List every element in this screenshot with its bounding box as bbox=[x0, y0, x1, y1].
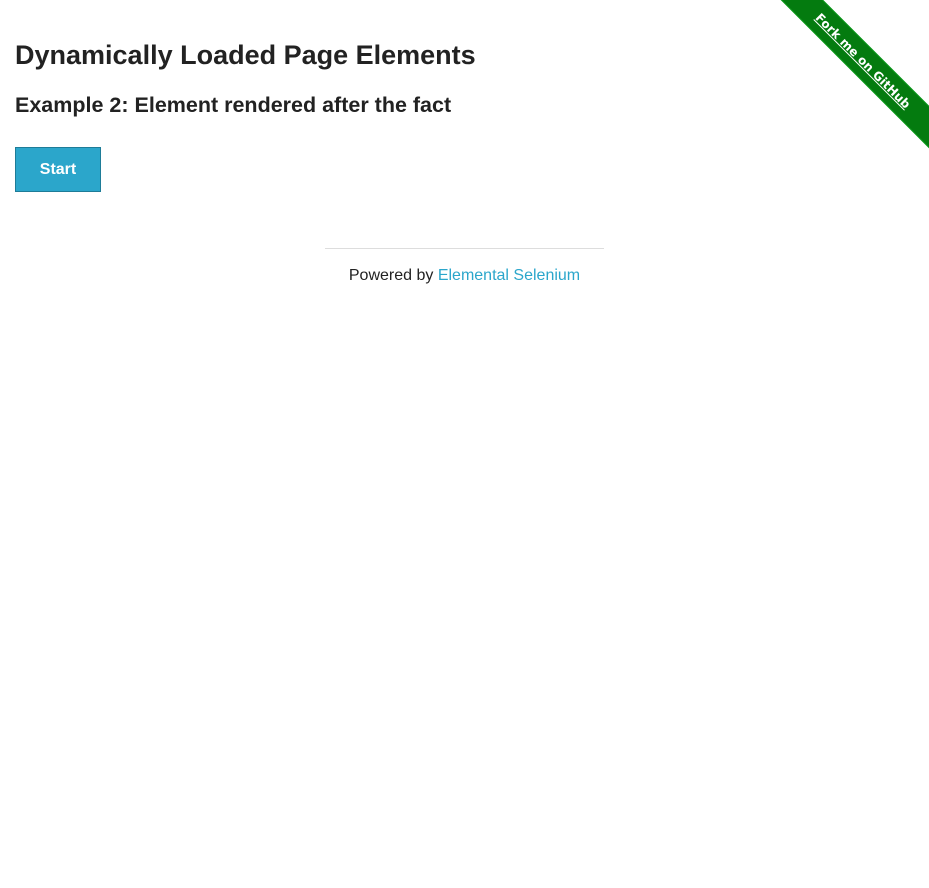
start-button[interactable]: Start bbox=[15, 147, 101, 192]
footer: Powered by Elemental Selenium bbox=[0, 266, 929, 286]
footer-divider bbox=[325, 248, 604, 249]
example-subtitle: Example 2: Element rendered after the fa… bbox=[15, 93, 452, 117]
fork-me-on-github-ribbon[interactable]: Fork me on GitHub bbox=[779, 0, 929, 150]
elemental-selenium-link[interactable]: Elemental Selenium bbox=[438, 267, 580, 284]
page-title: Dynamically Loaded Page Elements bbox=[15, 40, 476, 70]
github-ribbon-wrapper: Fork me on GitHub bbox=[779, 0, 929, 150]
page: Fork me on GitHub Dynamically Loaded Pag… bbox=[0, 0, 929, 888]
footer-prefix: Powered by bbox=[348, 267, 434, 284]
